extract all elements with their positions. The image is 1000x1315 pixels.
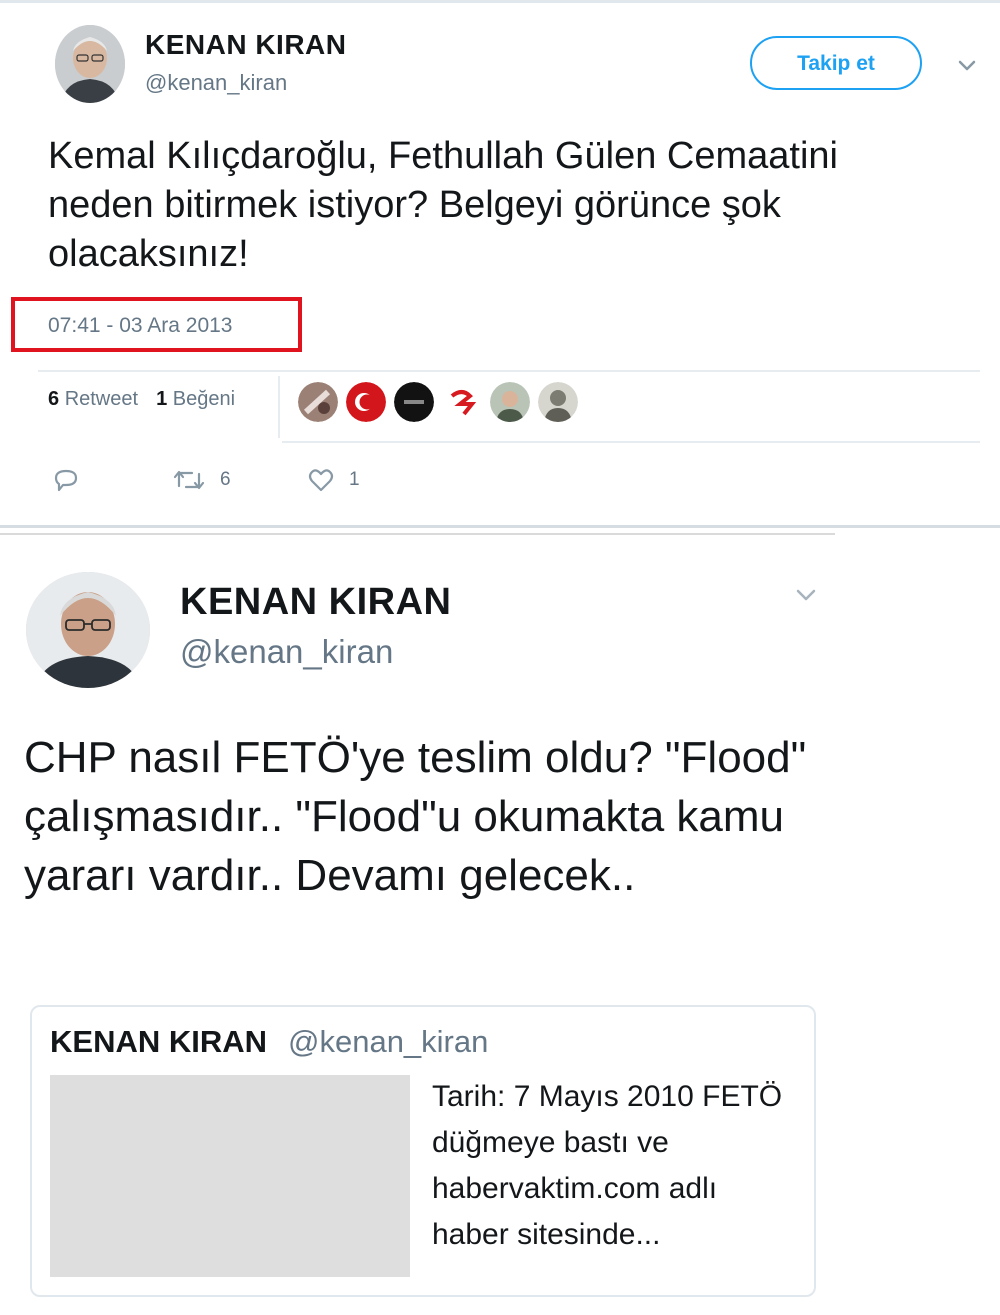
liker-avatar-2[interactable] [346,382,386,422]
tweet-stats: 6 Retweet 1 Beğeni [48,388,235,411]
quoted-tweet-text: Tarih: 7 Mayıs 2010 FETÖ düğmeye bastı v… [432,1080,783,1251]
author-handle[interactable]: @kenan_kiran [180,633,393,671]
avatar[interactable] [26,572,150,688]
liker-avatar-3[interactable] [394,382,434,422]
chevron-down-icon[interactable] [792,580,820,608]
follow-button[interactable]: Takip et [750,36,922,90]
liker-avatar-6[interactable] [538,382,578,422]
chevron-down-icon[interactable] [954,52,980,78]
like-action-count: 1 [349,469,360,490]
timestamp-highlight-box [11,297,302,352]
divider [38,370,980,372]
liker-avatar-1[interactable] [298,382,338,422]
quoted-author-handle: @kenan_kiran [288,1024,489,1059]
reply-button[interactable] [52,466,172,494]
like-label[interactable]: Beğeni [173,388,235,410]
divider [278,376,280,438]
like-count[interactable]: 1 [156,388,167,410]
tweet-text: Kemal Kılıçdaroğlu, Fethullah Gülen Cema… [48,135,838,275]
author-handle[interactable]: @kenan_kiran [145,70,287,96]
profile-photo-icon [26,572,150,688]
quoted-media-placeholder[interactable] [50,1075,410,1277]
liker-avatar-4[interactable] [442,382,482,422]
retweet-button[interactable]: 6 [172,466,307,494]
tweet-text: CHP nasıl FETÖ'ye teslim oldu? "Flood" ç… [24,733,807,900]
liker-avatars [298,382,578,426]
tweet-actions: 6 1 [52,464,360,496]
liker-avatar-5[interactable] [490,382,530,422]
like-button[interactable]: 1 [307,466,360,494]
author-name[interactable]: KENAN KIRAN [145,29,347,61]
avatar[interactable] [55,25,125,103]
divider [0,533,835,535]
profile-photo-icon [55,25,125,103]
reply-icon [54,469,78,492]
retweet-icon [173,470,205,490]
heart-icon [308,469,334,492]
divider [282,441,980,443]
quoted-author-name: KENAN KIRAN [50,1024,267,1059]
retweet-label[interactable]: Retweet [65,388,138,410]
retweet-count[interactable]: 6 [48,388,59,410]
author-name[interactable]: KENAN KIRAN [180,581,452,624]
retweet-action-count: 6 [220,469,231,490]
